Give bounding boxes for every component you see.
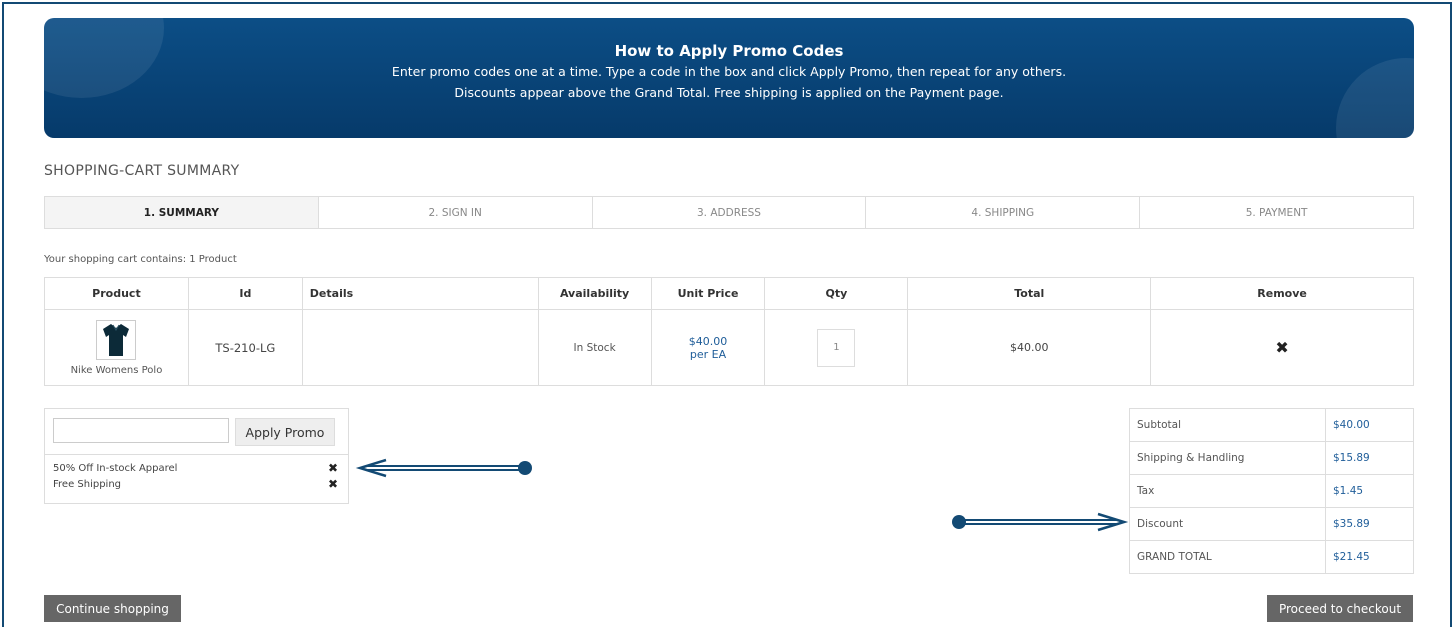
promo-instructions-banner: How to Apply Promo Codes Enter promo cod… [44,18,1414,138]
annotation-arrow-left-icon [355,458,532,478]
col-details: Details [301,277,539,310]
availability: In Stock [537,309,652,386]
grand-total-value: $21.45 [1325,540,1414,574]
promo-code-input[interactable] [53,418,229,443]
product-cell: Nike Womens Polo [44,309,189,386]
remove-cell: ✖ [1150,309,1414,386]
col-id: Id [187,277,303,310]
shipping-label: Shipping & Handling [1129,441,1326,475]
step-payment[interactable]: 5. PAYMENT [1139,197,1413,228]
step-address[interactable]: 3. ADDRESS [591,197,866,228]
qty-cell: 1 [764,309,909,386]
col-availability: Availability [537,277,652,310]
page-title: SHOPPING-CART SUMMARY [44,163,240,179]
shipping-value: $15.89 [1325,441,1414,475]
table-row: Nike Womens Polo TS-210-LG In Stock $40.… [44,309,1414,386]
apply-promo-button[interactable]: Apply Promo [235,418,335,446]
totals-row: Discount $35.89 [1129,507,1414,541]
unit-price: $40.00 [688,334,728,348]
annotation-arrow-right-icon [952,512,1129,532]
grand-total-label: GRAND TOTAL [1129,540,1326,574]
polo-shirt-icon[interactable] [96,319,137,360]
unit-price-cell: $40.00 per EA [650,309,766,386]
remove-promo-2-icon[interactable]: ✖ [328,477,338,491]
col-product: Product [44,277,189,310]
applied-promo-1: 50% Off In-stock Apparel [53,463,178,474]
subtotal-label: Subtotal [1129,408,1326,442]
col-qty: Qty [764,277,909,310]
product-name[interactable]: Nike Womens Polo [45,365,188,376]
step-shipping[interactable]: 4. SHIPPING [865,197,1139,228]
applied-promo-2: Free Shipping [53,479,122,490]
proceed-to-checkout-button[interactable]: Proceed to checkout [1267,595,1413,622]
discount-label: Discount [1129,507,1326,541]
subtotal-value: $40.00 [1325,408,1414,442]
qty-input[interactable]: 1 [817,328,856,367]
col-total: Total [907,277,1152,310]
promo-entry-row: Apply Promo [45,409,348,455]
product-id: TS-210-LG [187,309,303,386]
tax-value: $1.45 [1325,474,1414,508]
col-unit-price: Unit Price [650,277,766,310]
totals-row: GRAND TOTAL $21.45 [1129,540,1414,574]
banner-line-1: Enter promo codes one at a time. Type a … [391,64,1067,79]
cart-count: Your shopping cart contains: 1 Product [44,254,237,265]
discount-value: $35.89 [1325,507,1414,541]
step-summary[interactable]: 1. SUMMARY [45,197,318,228]
totals-row: Tax $1.45 [1129,474,1414,508]
step-sign-in[interactable]: 2. SIGN IN [317,197,592,228]
tax-label: Tax [1129,474,1326,508]
checkout-steps: 1. SUMMARY 2. SIGN IN 3. ADDRESS 4. SHIP… [44,196,1414,229]
totals-row: Shipping & Handling $15.89 [1129,441,1414,475]
product-details [301,309,539,386]
cart-table: Product Id Details Availability Unit Pri… [44,277,1414,386]
totals-row: Subtotal $40.00 [1129,408,1414,442]
banner-line-2: Discounts appear above the Grand Total. … [454,85,1004,100]
continue-shopping-button[interactable]: Continue shopping [44,595,181,622]
unit-price-unit: per EA [689,347,727,361]
cart-table-header: Product Id Details Availability Unit Pri… [44,277,1414,310]
banner-title: How to Apply Promo Codes [614,42,844,60]
col-remove: Remove [1150,277,1414,310]
promo-box: Apply Promo 50% Off In-stock Apparel ✖ F… [44,408,349,504]
remove-promo-1-icon[interactable]: ✖ [328,461,338,475]
remove-item-icon[interactable]: ✖ [1275,338,1288,357]
line-total: $40.00 [907,309,1152,386]
order-totals-table: Subtotal $40.00 Shipping & Handling $15.… [1129,408,1414,574]
